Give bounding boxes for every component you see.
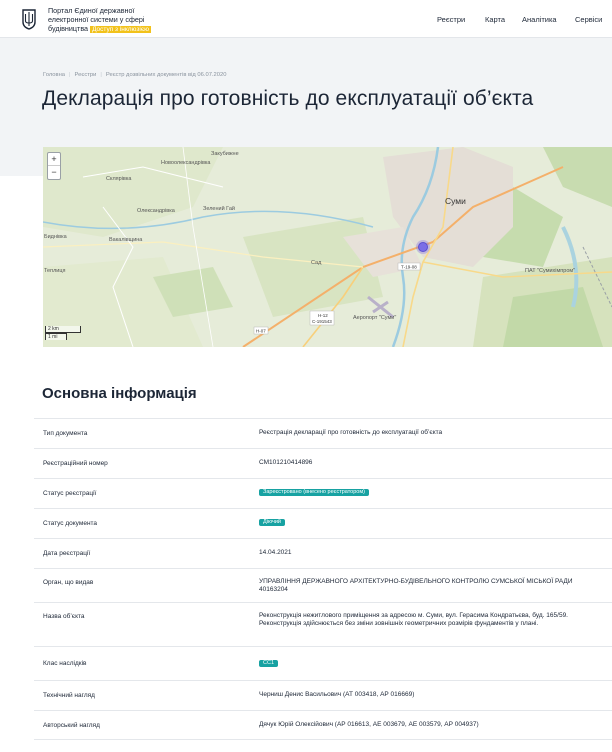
- label-consequence-class: Клас наслідків: [43, 660, 87, 667]
- trident-logo-icon[interactable]: [21, 8, 37, 30]
- map-scale: 2 km 1 mi: [45, 326, 81, 340]
- map-label-skliarivka: Склярівка: [106, 176, 132, 182]
- page-title: Декларація про готовність до експлуатаці…: [42, 87, 534, 110]
- label-reg-date: Дата реєстрації: [43, 550, 91, 557]
- breadcrumb: Головна | Реєстри | Реєстр дозвільних докуме…: [43, 72, 227, 78]
- map-label-teplytsia: Теплиця: [44, 268, 66, 274]
- info-row-tech-supervision: Технічний нагляд Черниш Денис Васильович…: [34, 680, 612, 710]
- map-label-bydnivka: Биднівка: [44, 234, 68, 240]
- portal-title-line-3: будівництва: [48, 23, 89, 33]
- map-label-airport: Аеропорт "Суми": [353, 315, 396, 321]
- label-doc-type: Тип документа: [43, 430, 88, 437]
- map-road-n-07: Н-07: [256, 329, 266, 334]
- zoom-out-button[interactable]: −: [48, 166, 60, 179]
- map-label-vakalivshchyna: Вакалівщина: [109, 237, 143, 243]
- info-row-reg-number: Реєстраційний номер СМ101210414896: [34, 448, 612, 478]
- label-doc-status: Статус документа: [43, 520, 98, 527]
- value-reg-date: 14.04.2021: [259, 549, 292, 556]
- label-issuer: Орган, що видав: [43, 579, 94, 586]
- info-row-object-name: Назва об’єкта Реконструкція нежитлового …: [34, 602, 612, 646]
- info-row-issuer: Орган, що видав УПРАВЛІННЯ ДЕРЖАВНОГО АР…: [34, 568, 612, 602]
- info-row-consequence-class: Клас наслідків СС1: [34, 646, 612, 680]
- nav-analytics[interactable]: Аналітика: [522, 15, 557, 24]
- info-row-reg-date: Дата реєстрації 14.04.2021: [34, 538, 612, 568]
- info-row-reg-status: Статус реєстрації Зареєстровано (внесено…: [34, 478, 612, 508]
- label-reg-status: Статус реєстрації: [43, 490, 97, 497]
- inclusion-access-badge[interactable]: Доступ з інклюзією: [90, 25, 152, 33]
- map-road-t-19-08: Т-19-08: [401, 265, 417, 270]
- breadcrumb-home[interactable]: Головна: [43, 72, 65, 78]
- map-label-sad: Сад: [311, 260, 322, 266]
- zoom-in-button[interactable]: +: [48, 153, 60, 166]
- doc-status-badge: Діючий: [259, 519, 285, 526]
- info-row-doc-status: Статус документа Діючий: [34, 508, 612, 538]
- map-label-sumy: Суми: [445, 196, 466, 206]
- value-author-supervision: Дячук Юрій Олексійович (АР 016613, АЕ 00…: [259, 721, 479, 728]
- info-row-doc-type: Тип документа Реєстрація декларації про …: [34, 418, 612, 448]
- map-road-n-12: Н-12: [318, 313, 328, 318]
- map-label-zakubyzhne: Закубижне: [211, 151, 239, 157]
- map-label-novooleksandrivka: Новоолександрівка: [161, 160, 211, 166]
- value-doc-type: Реєстрація декларації про готовність до …: [259, 429, 443, 436]
- map-label-sumykhimprom: ПАТ "Сумихімпром": [525, 268, 575, 274]
- map-label-oleksandrivka: Олександрівка: [137, 208, 176, 214]
- section-title: Основна інформація: [42, 385, 197, 402]
- value-tech-supervision: Черниш Денис Васильович (АТ 003418, АР 0…: [259, 691, 415, 698]
- label-reg-number: Реєстраційний номер: [43, 460, 108, 467]
- site-header: Портал Єдиної державної електронної сист…: [0, 0, 612, 38]
- location-marker-icon[interactable]: [418, 242, 428, 252]
- label-author-supervision: Авторський нагляд: [43, 722, 100, 729]
- map-label-zelenyi-hai: Зелений Гай: [203, 205, 235, 212]
- nav-registries[interactable]: Реєстри: [437, 15, 465, 24]
- value-object-name: Реконструкція нежитлового приміщення за …: [259, 612, 568, 627]
- info-row-author-supervision: Авторський нагляд Дячук Юрій Олексійович…: [34, 710, 612, 740]
- label-tech-supervision: Технічний нагляд: [43, 692, 95, 699]
- map-zoom-control: + −: [47, 152, 61, 180]
- label-object-name: Назва об’єкта: [43, 613, 85, 620]
- reg-status-badge: Зареєстровано (внесено реєстратором): [259, 489, 369, 496]
- scale-km: 2 km: [45, 326, 81, 333]
- nav-map[interactable]: Карта: [485, 15, 505, 24]
- breadcrumb-registries[interactable]: Реєстри: [75, 72, 97, 78]
- consequence-class-badge: СС1: [259, 660, 279, 667]
- map-road-c-191543: С-191543: [312, 319, 332, 324]
- breadcrumb-permit-registry[interactable]: Реєстр дозвільних документів від 06.07.2…: [106, 72, 227, 78]
- scale-mi: 1 mi: [45, 333, 67, 340]
- location-map[interactable]: Закубижне Новоолександрівка Склярівка Ол…: [43, 147, 612, 347]
- value-issuer: УПРАВЛІННЯ ДЕРЖАВНОГО АРХІТЕКТУРНО-БУДІВ…: [259, 578, 573, 593]
- value-reg-number: СМ101210414896: [259, 459, 313, 466]
- nav-services[interactable]: Сервіси: [575, 15, 602, 24]
- portal-title[interactable]: Портал Єдиної державної електронної сист…: [48, 6, 188, 34]
